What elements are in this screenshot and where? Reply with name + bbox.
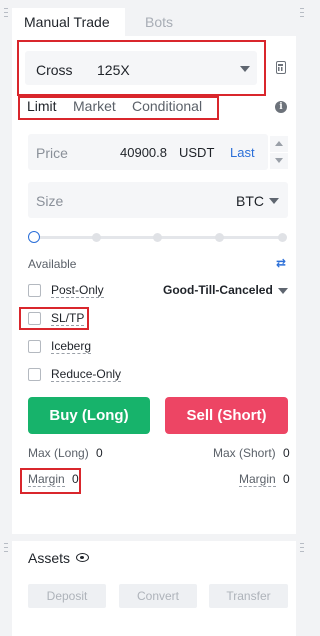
chevron-down-icon — [240, 66, 250, 72]
chevron-down-icon — [269, 198, 279, 204]
time-in-force-selector[interactable]: Good-Till-Canceled — [163, 283, 273, 297]
slider-step-100[interactable] — [278, 233, 287, 242]
sl-tp-label: SL/TP — [51, 311, 85, 326]
tab-order-market[interactable]: Market — [73, 98, 116, 114]
triangle-down-icon — [275, 158, 283, 163]
buy-long-button[interactable]: Buy (Long) — [28, 397, 150, 434]
leverage-value: 125X — [97, 62, 130, 78]
margin-long-stat: Margin 0 — [28, 472, 79, 487]
margin-long-value: 0 — [72, 472, 79, 486]
post-only-checkbox[interactable] — [28, 284, 41, 297]
chevron-down-icon — [278, 288, 288, 294]
margin-mode-label: Cross — [36, 62, 73, 78]
max-short-label: Max (Short) — [213, 446, 276, 460]
deposit-button[interactable]: Deposit — [28, 584, 106, 608]
tab-order-limit[interactable]: Limit — [27, 98, 57, 114]
max-short-stat: Max (Short) 0 — [213, 446, 290, 460]
max-short-value: 0 — [283, 446, 290, 460]
tab-manual-trade[interactable]: Manual Trade — [12, 8, 125, 36]
swap-icon[interactable]: ⇄ — [276, 256, 286, 270]
price-decrease-button[interactable] — [270, 153, 288, 169]
transfer-button[interactable]: Transfer — [209, 584, 288, 608]
iceberg-checkbox[interactable] — [28, 340, 41, 353]
slider-step-50[interactable] — [153, 233, 162, 242]
price-last-button[interactable]: Last — [230, 145, 255, 160]
left-drag-grip[interactable] — [4, 8, 8, 17]
left-drag-grip-assets[interactable] — [4, 543, 8, 552]
info-icon[interactable]: i — [275, 101, 287, 113]
margin-long-label: Margin — [28, 472, 65, 487]
price-increase-button[interactable] — [270, 136, 288, 152]
tab-order-conditional[interactable]: Conditional — [132, 98, 202, 114]
price-label: Price — [36, 145, 68, 161]
trade-panel: Manual Trade Bots Cross 125X Limit Marke… — [12, 8, 296, 534]
slider-step-75[interactable] — [215, 233, 224, 242]
triangle-up-icon — [275, 141, 283, 146]
assets-title: Assets — [28, 550, 71, 566]
margin-short-stat: Margin 0 — [239, 472, 290, 487]
margin-short-label: Margin — [239, 472, 276, 487]
right-drag-grip[interactable] — [300, 8, 304, 17]
trade-tabs: Manual Trade Bots — [12, 8, 296, 36]
iceberg-label: Iceberg — [51, 339, 92, 354]
max-long-stat: Max (Long) 0 — [28, 446, 103, 460]
eye-icon[interactable] — [76, 553, 89, 562]
reduce-only-label: Reduce-Only — [51, 367, 122, 382]
size-unit-selector[interactable]: BTC — [236, 193, 264, 209]
slider-handle[interactable] — [28, 231, 40, 243]
margin-short-value: 0 — [283, 472, 290, 486]
assets-panel: Assets Deposit Convert Transfer — [12, 541, 296, 636]
available-label: Available — [28, 257, 77, 271]
reduce-only-checkbox[interactable] — [28, 368, 41, 381]
price-unit: USDT — [179, 145, 215, 160]
max-long-label: Max (Long) — [28, 446, 89, 460]
convert-button[interactable]: Convert — [119, 584, 197, 608]
size-label: Size — [36, 193, 64, 209]
sl-tp-checkbox[interactable] — [28, 312, 41, 325]
slider-step-25[interactable] — [92, 233, 101, 242]
post-only-label: Post-Only — [51, 283, 104, 298]
calculator-icon[interactable] — [276, 61, 286, 74]
sell-short-button[interactable]: Sell (Short) — [165, 397, 288, 434]
max-long-value: 0 — [96, 446, 103, 460]
tab-bots[interactable]: Bots — [145, 8, 173, 36]
right-drag-grip-assets[interactable] — [300, 543, 304, 552]
price-value: 40900.8 — [120, 145, 167, 160]
